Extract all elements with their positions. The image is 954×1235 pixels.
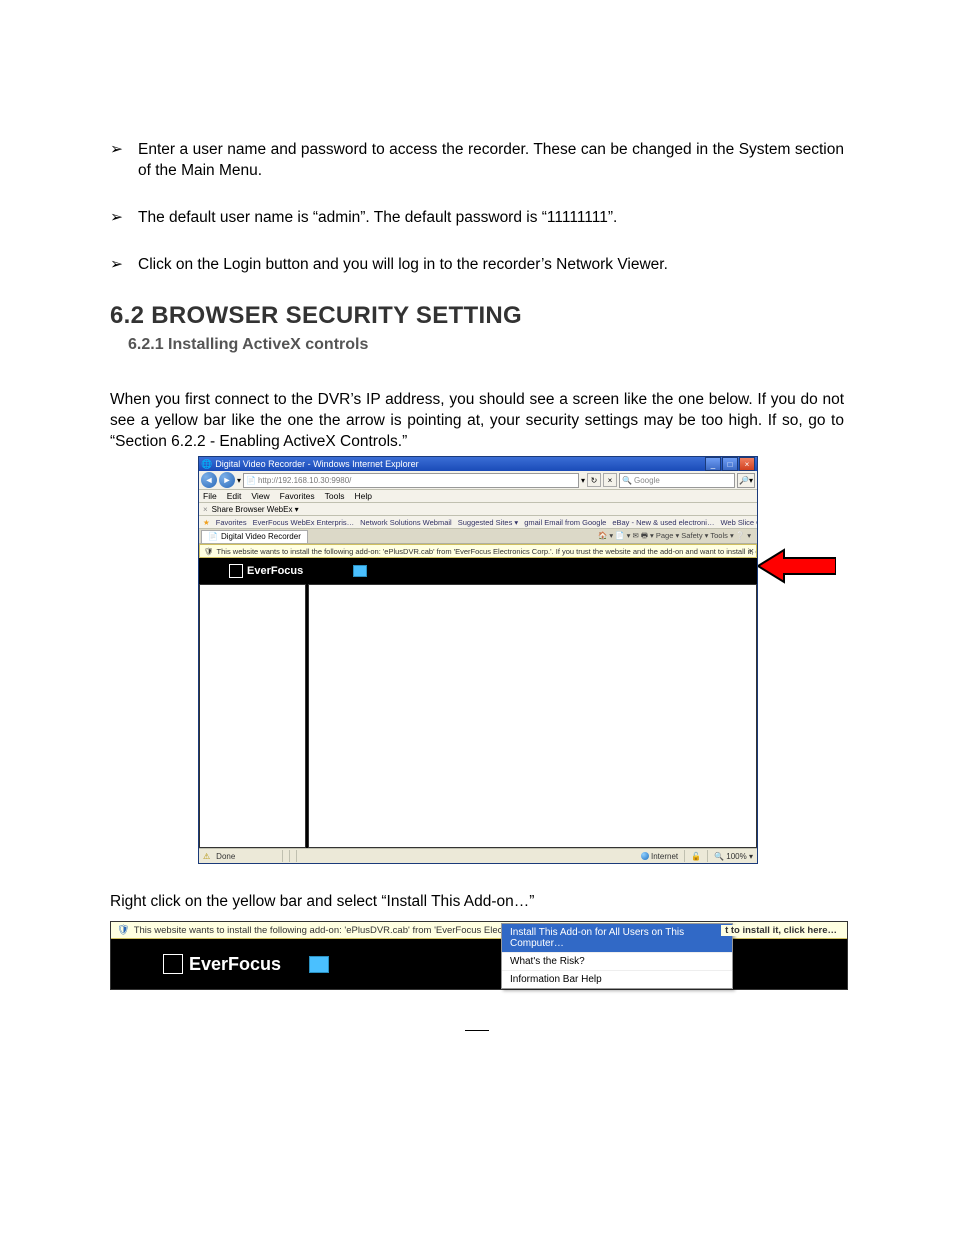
bullet-glyph: ➢ [110,255,138,276]
menu-help[interactable]: Help [354,491,371,501]
bullet-item: ➢ The default user name is “admin”. The … [110,208,844,229]
search-provider-icon: 🔍 [622,476,632,485]
bullet-item: ➢ Enter a user name and password to acce… [110,140,844,182]
fav-item[interactable]: Network Solutions Webmail [360,518,452,527]
information-bar[interactable]: 🛡 This website wants to install the foll… [199,544,757,558]
zoom-label[interactable]: 🔍 100% ▾ [714,852,753,861]
menu-view[interactable]: View [251,491,269,501]
tab-icon: 📄 [208,532,218,541]
menu-tools[interactable]: Tools [325,491,345,501]
everfocus-header: EverFocus [199,558,757,584]
fav-item[interactable]: Suggested Sites ▾ [458,518,518,527]
screenshot-context-menu: 🛡 This website wants to install the foll… [110,921,848,990]
monitor-icon [309,956,329,973]
status-bar: ⚠ Done Internet 🔓 🔍 100% ▾ [199,848,757,863]
context-menu: Install This Add-on for All Users on Thi… [501,923,733,989]
tab-bar: 📄 Digital Video Recorder 🏠 ▾ 📄 ▾ ✉ 🖶 ▾ P… [199,529,757,544]
right-panel [308,584,757,848]
fav-item[interactable]: gmail Email from Google [524,518,606,527]
search-box[interactable]: 🔍 Google [619,473,735,488]
section-heading: 6.2 BROWSER SECURITY SETTING [110,302,844,330]
menu-file[interactable]: File [203,491,217,501]
everfocus-logo: EverFocus [229,564,303,578]
everfocus-body [199,584,757,848]
paragraph: Right click on the yellow bar and select… [110,892,844,913]
command-bar[interactable]: 🏠 ▾ 📄 ▾ ✉ 🖶 ▾ Page ▾ Safety ▾ Tools ▾ ❔ … [308,530,755,543]
nav-bar: ◄ ► ▾ 📄 http://192.168.10.30:9980/ ▾ ↻ ×… [199,471,757,490]
window-title: Digital Video Recorder - Windows Interne… [215,459,705,469]
bullet-item: ➢ Click on the Login button and you will… [110,255,844,276]
monitor-icon [353,565,367,577]
minimize-button[interactable]: _ [705,457,721,471]
info-icon: 🛡 [204,547,214,556]
browser-tab[interactable]: 📄 Digital Video Recorder [201,530,308,543]
infobar-close-icon[interactable]: × [749,546,754,556]
bullet-glyph: ➢ [110,208,138,229]
menu-item-install-addon[interactable]: Install This Add-on for All Users on Thi… [502,924,732,953]
infobar-tail-text: t to install it, click here… [721,925,841,936]
address-dropdown-icon[interactable]: ▾ [581,476,585,485]
tab-label: Digital Video Recorder [221,532,301,541]
toolbar-row: × Share Browser WebEx ▾ [199,503,757,516]
infobar-text: This website wants to install the follow… [134,925,514,936]
stop-button[interactable]: × [603,473,617,487]
ie-icon: 🌐 [201,459,212,470]
search-go-button[interactable]: 🔎▾ [737,473,755,488]
address-bar[interactable]: 📄 http://192.168.10.30:9980/ [243,473,579,488]
refresh-button[interactable]: ↻ [587,473,601,487]
status-done-icon: ⚠ [203,852,210,861]
callout-arrow [758,548,836,584]
window-title-bar: 🌐 Digital Video Recorder - Windows Inter… [199,457,757,471]
nav-dropdown-icon[interactable]: ▾ [237,476,241,485]
everfocus-brand: EverFocus [189,954,281,975]
menu-item-info-bar-help[interactable]: Information Bar Help [502,971,732,988]
system-buttons: _ □ × [705,457,755,471]
everfocus-header: EverFocus Install This Add-on for All Us… [111,939,847,989]
info-icon: 🛡 [117,925,130,936]
fav-item[interactable]: Web Slice Gallery ▾ [720,518,757,527]
menu-edit[interactable]: Edit [227,491,242,501]
bullet-text: The default user name is “admin”. The de… [138,208,844,229]
fav-item[interactable]: eBay - New & used electroni… [612,518,714,527]
address-text: http://192.168.10.30:9980/ [258,476,351,485]
bullet-glyph: ➢ [110,140,138,182]
document-page: ➢ Enter a user name and password to acce… [0,0,954,1071]
page-content: EverFocus [199,558,757,848]
page-footer-rule [465,1030,489,1031]
page-icon: 📄 [246,476,256,485]
toolbar-close-icon[interactable]: × [203,505,208,514]
menu-bar: File Edit View Favorites Tools Help [199,490,757,503]
maximize-button[interactable]: □ [722,457,738,471]
ie-window: 🌐 Digital Video Recorder - Windows Inter… [198,456,758,864]
share-browser-label[interactable]: Share Browser WebEx ▾ [212,505,299,514]
fav-item[interactable]: EverFocus WebEx Enterpris… [253,518,355,527]
favorites-star-icon[interactable]: ★ [203,518,210,527]
protected-mode-icon: 🔓 [691,852,701,861]
menu-favorites[interactable]: Favorites [280,491,315,501]
screenshot-ie-window: 🌐 Digital Video Recorder - Windows Inter… [198,456,756,864]
close-button[interactable]: × [739,457,755,471]
left-panel [199,584,306,848]
favorites-bar: ★ Favorites EverFocus WebEx Enterpris… N… [199,516,757,529]
back-button[interactable]: ◄ [201,472,217,488]
infobar-text: This website wants to install the follow… [217,547,757,556]
forward-button[interactable]: ► [219,472,235,488]
bullet-text: Enter a user name and password to access… [138,140,844,182]
bullet-text: Click on the Login button and you will l… [138,255,844,276]
favorites-label[interactable]: Favorites [216,518,247,527]
menu-item-whats-the-risk[interactable]: What's the Risk? [502,953,732,971]
status-zone: Internet [641,852,678,861]
subsection-heading: 6.2.1 Installing ActiveX controls [128,336,844,354]
status-done: Done [216,852,276,861]
search-placeholder: Google [634,476,660,485]
everfocus-logo-icon [163,954,183,974]
paragraph: When you first connect to the DVR’s IP a… [110,390,844,453]
globe-icon [641,852,649,860]
bullet-list: ➢ Enter a user name and password to acce… [110,140,844,276]
